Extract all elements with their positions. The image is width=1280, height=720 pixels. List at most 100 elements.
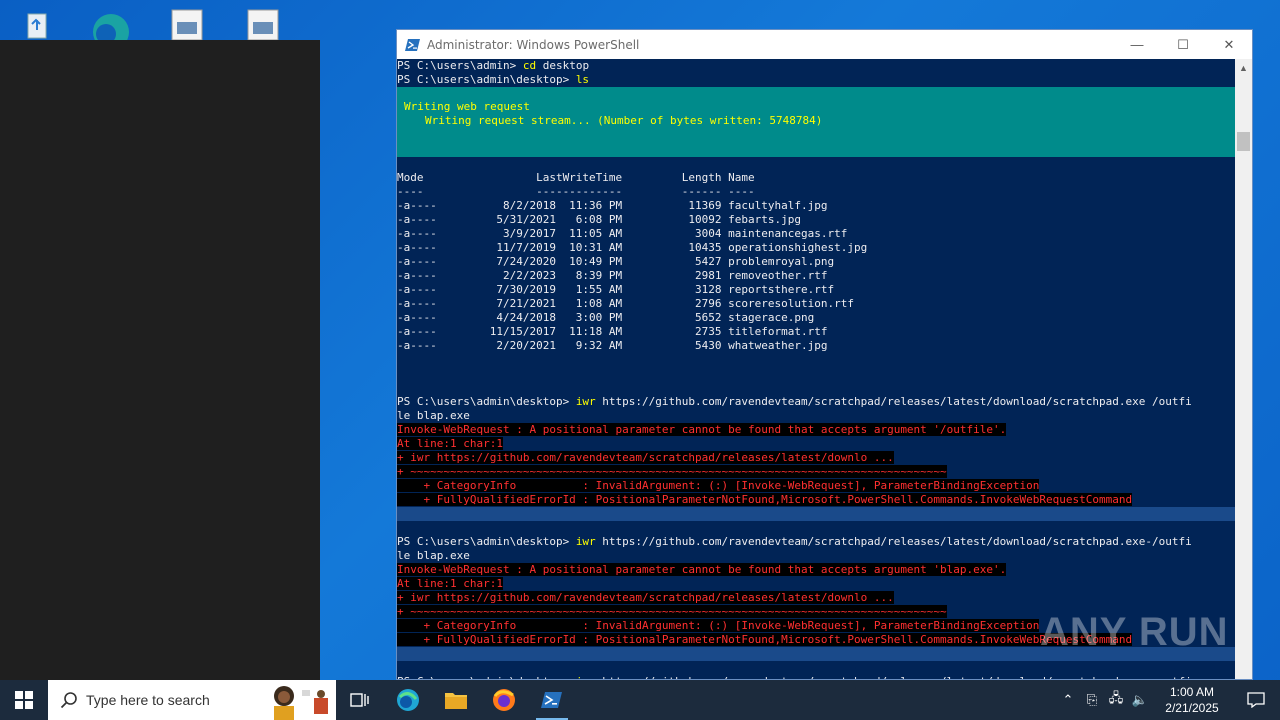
vertical-scrollbar[interactable]: ▲ (1235, 59, 1252, 679)
device-icon[interactable]: ⎘ (1080, 692, 1104, 708)
windows-logo-icon (15, 691, 33, 709)
network-icon[interactable]: 🖧 (1104, 689, 1128, 711)
maximize-button[interactable]: ☐ (1160, 30, 1206, 59)
wrapped-line: le blap.exe (397, 549, 470, 562)
prompt-line: PS C:\users\admin> cd desktop (397, 59, 1237, 73)
task-view-icon (350, 693, 369, 707)
start-button[interactable] (0, 680, 48, 720)
powershell-window[interactable]: Administrator: Windows PowerShell — ☐ ✕ … (396, 29, 1253, 680)
prompt-text: PS C:\users\admin\desktop> (397, 73, 576, 86)
close-button[interactable]: ✕ (1206, 30, 1252, 59)
command-args: https://github.com/ravendevteam/scratchp… (595, 395, 1192, 408)
taskbar-edge[interactable] (384, 680, 432, 720)
image-file-desktop-icon-2[interactable] (240, 6, 286, 41)
error-text: + CategoryInfo : InvalidArgument: (:) [I… (397, 619, 1040, 632)
progress-banner: Writing web request Writing request strea… (397, 87, 1237, 157)
anyrun-watermark: ANY RUN (1040, 610, 1229, 654)
table-row: -a---- 7/24/2020 10:49 PM 5427 problemro… (397, 255, 835, 268)
image-file-desktop-icon[interactable] (164, 6, 210, 41)
search-highlight-illustration-icon (274, 686, 328, 720)
error-line: Invoke-WebRequest : A positional paramet… (397, 423, 1237, 437)
command-text: ls (575, 73, 590, 86)
error-text: + FullyQualifiedErrorId : PositionalPara… (397, 633, 1133, 646)
clock[interactable]: 1:00 AM 2/21/2025 (1152, 684, 1232, 716)
edge-desktop-icon[interactable] (88, 6, 134, 50)
recycle-bin-icon[interactable] (14, 6, 60, 40)
chevron-up-icon[interactable]: ⌃ (1056, 692, 1080, 708)
command-text: iwr (575, 535, 596, 548)
error-text: + CategoryInfo : InvalidArgument: (:) [I… (397, 479, 1040, 492)
table-row: -a---- 11/15/2017 11:18 AM 2735 titlefor… (397, 325, 828, 338)
progress-line-2: Writing request stream... (Number of byt… (425, 114, 823, 127)
taskbar: Type here to search ⌃ ⎘ 🖧 🔈 1:00 AM 2/21… (0, 680, 1280, 720)
notification-center-button[interactable] (1232, 680, 1280, 720)
clock-date: 2/21/2025 (1165, 701, 1219, 715)
folder-icon (445, 693, 467, 709)
table-row: -a---- 2/2/2023 8:39 PM 2981 removeother… (397, 269, 828, 282)
command-args: desktop (536, 59, 590, 72)
table-row: -a---- 7/21/2021 1:08 AM 2796 scoreresol… (397, 297, 854, 310)
table-row: -a---- 8/2/2018 11:36 PM 11369 facultyha… (397, 199, 828, 212)
error-text: + iwr https://github.com/ravendevteam/sc… (397, 451, 894, 464)
taskbar-firefox[interactable] (480, 680, 528, 720)
prompt-text: PS C:\users\admin\desktop> (397, 395, 576, 408)
error-text: Invoke-WebRequest : A positional paramet… (397, 563, 1007, 576)
error-text: + FullyQualifiedErrorId : PositionalPara… (397, 493, 1133, 506)
error-text: + ~~~~~~~~~~~~~~~~~~~~~~~~~~~~~~~~~~~~~~… (397, 605, 947, 618)
volume-icon[interactable]: 🔈 (1128, 692, 1152, 708)
error-line: + CategoryInfo : InvalidArgument: (:) [I… (397, 479, 1237, 493)
command-text: cd (522, 59, 537, 72)
table-row: -a---- 11/7/2019 10:31 AM 10435 operatio… (397, 241, 868, 254)
command-args: https://github.com/ravendevteam/scratchp… (595, 535, 1192, 548)
window-titlebar[interactable]: Administrator: Windows PowerShell — ☐ ✕ (397, 30, 1252, 59)
error-line: At line:1 char:1 (397, 437, 1237, 451)
table-rule: ---- ------------- ------ ---- (397, 185, 755, 198)
maximize-icon: ☐ (1177, 36, 1189, 52)
error-text: + ~~~~~~~~~~~~~~~~~~~~~~~~~~~~~~~~~~~~~~… (397, 465, 947, 478)
scroll-up-arrow-icon[interactable]: ▲ (1235, 63, 1252, 73)
taskbar-search-box[interactable]: Type here to search (48, 680, 336, 720)
command-text: iwr (575, 395, 596, 408)
taskbar-powershell[interactable] (528, 680, 576, 720)
error-line: At line:1 char:1 (397, 577, 1237, 591)
system-tray: ⌃ ⎘ 🖧 🔈 1:00 AM 2/21/2025 (1056, 680, 1280, 720)
prompt-line: PS C:\users\admin\desktop> ls (397, 73, 1237, 87)
search-icon (60, 692, 77, 709)
task-view-button[interactable] (336, 680, 384, 720)
table-row: -a---- 2/20/2021 9:32 AM 5430 whatweathe… (397, 339, 828, 352)
minimize-button[interactable]: — (1114, 30, 1160, 59)
edge-icon (397, 689, 419, 711)
close-icon: ✕ (1223, 36, 1235, 52)
error-text: At line:1 char:1 (397, 577, 503, 590)
minimize-icon: — (1130, 37, 1144, 52)
error-text: Invoke-WebRequest : A positional paramet… (397, 423, 1007, 436)
table-header: Mode LastWriteTime Length Name (397, 171, 755, 184)
table-row: -a---- 4/24/2018 3:00 PM 5652 stagerace.… (397, 311, 815, 324)
table-row: -a---- 5/31/2021 6:08 PM 10092 febarts.j… (397, 213, 801, 226)
wrapped-line: le blap.exe (397, 409, 470, 422)
prompt-line: PS C:\users\admin\desktop> iwr https://g… (397, 535, 1237, 549)
prompt-text: PS C:\users\admin> (397, 59, 523, 72)
error-text: + iwr https://github.com/ravendevteam/sc… (397, 591, 894, 604)
error-line: + iwr https://github.com/ravendevteam/sc… (397, 451, 1237, 465)
black-overlay-panel (0, 40, 320, 680)
clock-time: 1:00 AM (1169, 685, 1215, 699)
error-line: Invoke-WebRequest : A positional paramet… (397, 563, 1237, 577)
window-title: Administrator: Windows PowerShell (427, 37, 640, 52)
blank-line (397, 507, 1237, 521)
scroll-thumb[interactable] (1237, 132, 1250, 151)
firefox-icon (493, 689, 515, 711)
powershell-taskbar-icon (541, 692, 562, 708)
table-row: -a---- 3/9/2017 11:05 AM 3004 maintenanc… (397, 227, 848, 240)
prompt-text: PS C:\users\admin\desktop> (397, 535, 576, 548)
error-text: At line:1 char:1 (397, 437, 503, 450)
notification-icon (1247, 692, 1265, 708)
taskbar-file-explorer[interactable] (432, 680, 480, 720)
console-output[interactable]: PS C:\users\admin> cd desktop PS C:\users… (397, 59, 1237, 679)
